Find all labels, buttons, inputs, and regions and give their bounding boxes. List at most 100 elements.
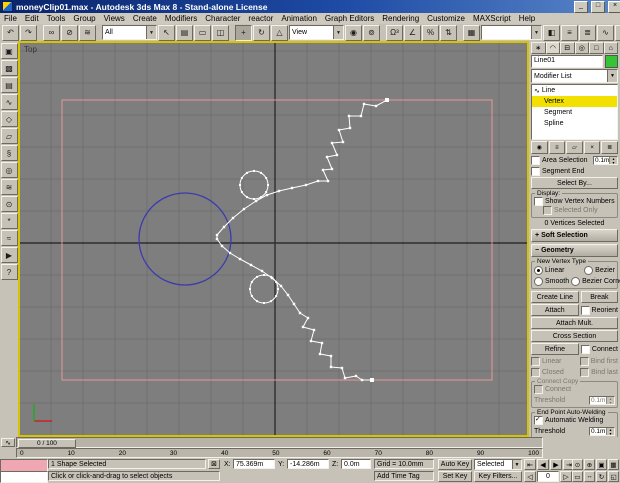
configure-modifier-sets-icon[interactable]: ≣ xyxy=(601,141,618,154)
select-object-icon[interactable]: ↖ xyxy=(158,24,175,41)
make-unique-icon[interactable]: ▱ xyxy=(566,141,583,154)
snaps-toggle-icon[interactable]: Ω³ xyxy=(386,24,403,41)
menu-item-maxscript[interactable]: MAXScript xyxy=(469,14,515,24)
modify-tab[interactable]: ◠ xyxy=(545,42,560,54)
stack-item-segment[interactable]: Segment xyxy=(532,107,617,118)
vertex-type-linear-radio[interactable]: Linear xyxy=(534,265,564,275)
menu-item-create[interactable]: Create xyxy=(129,14,161,24)
attach-mult-button[interactable]: Attach Mult. xyxy=(531,317,618,329)
y-coord-field[interactable]: -14.286m xyxy=(287,459,329,469)
selected-only-checkbox[interactable]: Selected Only xyxy=(543,206,615,215)
vertex-type-smooth-radio[interactable]: Smooth xyxy=(534,276,569,286)
layer-manager-icon[interactable]: ≣ xyxy=(579,24,596,41)
menu-item-animation[interactable]: Animation xyxy=(277,14,321,24)
min-max-toggle-icon[interactable]: ◱ xyxy=(608,471,619,482)
menu-item-customize[interactable]: Customize xyxy=(423,14,469,24)
previous-key-button[interactable]: ◁ xyxy=(524,471,536,482)
lock-selection-toggle[interactable]: ⊠ xyxy=(208,459,220,469)
menu-item-edit[interactable]: Edit xyxy=(21,14,43,24)
pin-stack-icon[interactable]: ◉ xyxy=(531,141,548,154)
menu-item-help[interactable]: Help xyxy=(515,14,539,24)
use-pivot-point-center-icon[interactable]: ◉ xyxy=(345,24,362,41)
z-coord-field[interactable]: 0.0m xyxy=(341,459,371,469)
previous-frame-button[interactable]: ◀ xyxy=(537,459,549,470)
welding-threshold-field[interactable]: 0.1m xyxy=(589,426,615,436)
reactor-rope-collection-icon[interactable]: ∿ xyxy=(0,94,18,110)
reference-coordinate-system-dropdown[interactable]: View xyxy=(289,25,344,40)
time-slider-track[interactable]: 0 / 100 xyxy=(16,437,543,448)
display-tab[interactable]: □ xyxy=(589,42,604,54)
reactor-deforming-mesh-icon[interactable]: ◇ xyxy=(0,111,18,127)
cross-section-button[interactable]: Cross Section xyxy=(531,330,618,342)
undo-icon[interactable]: ↶ xyxy=(2,24,19,41)
key-filters-button[interactable]: Key Filters... xyxy=(474,471,522,482)
redo-icon[interactable]: ↷ xyxy=(20,24,37,41)
motion-tab[interactable]: ◎ xyxy=(574,42,589,54)
reactor-toy-car-icon[interactable]: ⊙ xyxy=(0,196,18,212)
minimize-button[interactable]: _ xyxy=(574,0,588,13)
viewport-top[interactable]: Top xyxy=(18,41,529,437)
select-and-move-icon[interactable]: + xyxy=(235,24,252,41)
maxscript-mini-listener[interactable] xyxy=(0,471,48,483)
menu-item-views[interactable]: Views xyxy=(100,14,129,24)
menu-item-modifiers[interactable]: Modifiers xyxy=(161,14,201,24)
play-button[interactable]: ▶ xyxy=(550,459,562,470)
current-frame-field[interactable]: 0 xyxy=(537,471,559,482)
menu-item-file[interactable]: File xyxy=(0,14,21,24)
show-vertex-numbers-checkbox[interactable]: Show Vertex Numbers xyxy=(534,197,615,206)
vertex-type-bezier-corner-radio[interactable]: Bezier Corner xyxy=(571,276,620,286)
key-mode-dropdown[interactable]: Selected xyxy=(474,459,522,470)
close-button[interactable]: × xyxy=(608,0,620,13)
reactor-water-icon[interactable]: ≈ xyxy=(0,230,18,246)
reorient-checkbox[interactable]: Reorient xyxy=(580,305,618,315)
selection-filter-dropdown[interactable]: All xyxy=(102,25,157,40)
bind-last-checkbox[interactable]: Bind last xyxy=(580,367,618,377)
schematic-view-icon[interactable]: # xyxy=(615,24,620,41)
menu-item-graph-editors[interactable]: Graph Editors xyxy=(321,14,378,24)
show-end-result-icon[interactable]: ≡ xyxy=(548,141,566,154)
object-name-field[interactable]: Line01 xyxy=(531,55,603,68)
menu-item-tools[interactable]: Tools xyxy=(43,14,70,24)
select-and-link-icon[interactable]: ∞ xyxy=(43,24,60,41)
menu-item-reactor[interactable]: reactor xyxy=(244,14,277,24)
hierarchy-tab[interactable]: ⊟ xyxy=(560,42,575,54)
stack-item-spline[interactable]: Spline xyxy=(532,118,617,129)
spinner-snap-toggle-icon[interactable]: ⇅ xyxy=(440,24,457,41)
time-slider[interactable]: 0 / 100 xyxy=(18,439,76,448)
go-to-start-button[interactable]: ⇤ xyxy=(524,459,536,470)
menu-item-character[interactable]: Character xyxy=(201,14,244,24)
bind-to-space-warp-icon[interactable]: ≋ xyxy=(79,24,96,41)
modifier-list-dropdown[interactable]: Modifier List xyxy=(531,69,618,83)
window-crossing-icon[interactable]: ◫ xyxy=(212,24,229,41)
area-selection-threshold-field[interactable]: 0.1m xyxy=(593,155,618,165)
named-selection-sets-dropdown[interactable] xyxy=(481,25,542,40)
curve-editor-icon[interactable]: ∿ xyxy=(597,24,614,41)
zoom-extents-all-icon[interactable]: ▦ xyxy=(608,459,619,470)
stack-item-vertex[interactable]: Vertex xyxy=(532,96,617,107)
attach-button[interactable]: Attach xyxy=(531,304,579,316)
align-icon[interactable]: ≡ xyxy=(561,24,578,41)
select-by-button[interactable]: Select By... xyxy=(531,177,618,189)
create-line-button[interactable]: Create Line xyxy=(531,291,579,303)
reactor-analyze-world-icon[interactable]: ? xyxy=(0,264,18,280)
open-mini-curve-editor-button[interactable]: ∿ xyxy=(1,438,15,447)
reactor-motor-icon[interactable]: ◎ xyxy=(0,162,18,178)
refine-button[interactable]: Refine xyxy=(531,343,579,355)
zoom-icon[interactable]: ⊙ xyxy=(572,459,583,470)
reactor-cloth-collection-icon[interactable]: ▩ xyxy=(0,60,18,76)
reactor-rigid-body-collection-icon[interactable]: ▣ xyxy=(0,43,18,59)
percent-snap-toggle-icon[interactable]: % xyxy=(422,24,439,41)
select-and-scale-icon[interactable]: △ xyxy=(271,24,288,41)
connect-copy-threshold-field[interactable]: 0.1m xyxy=(589,395,615,405)
soft-selection-rollout[interactable]: Soft Selection xyxy=(531,229,618,242)
viewport-label[interactable]: Top xyxy=(24,45,37,54)
linear-checkbox[interactable]: Linear xyxy=(531,356,561,366)
utilities-tab[interactable]: ⌂ xyxy=(603,42,618,54)
edit-named-selection-sets-icon[interactable]: ▦ xyxy=(463,24,480,41)
set-key-button[interactable]: Set Key xyxy=(438,471,472,482)
select-and-manipulate-icon[interactable]: ⊚ xyxy=(363,24,380,41)
angle-snap-toggle-icon[interactable]: ∠ xyxy=(404,24,421,41)
x-coord-field[interactable]: 75.369m xyxy=(233,459,275,469)
zoom-region-icon[interactable]: ▭ xyxy=(572,471,583,482)
menu-item-rendering[interactable]: Rendering xyxy=(378,14,423,24)
